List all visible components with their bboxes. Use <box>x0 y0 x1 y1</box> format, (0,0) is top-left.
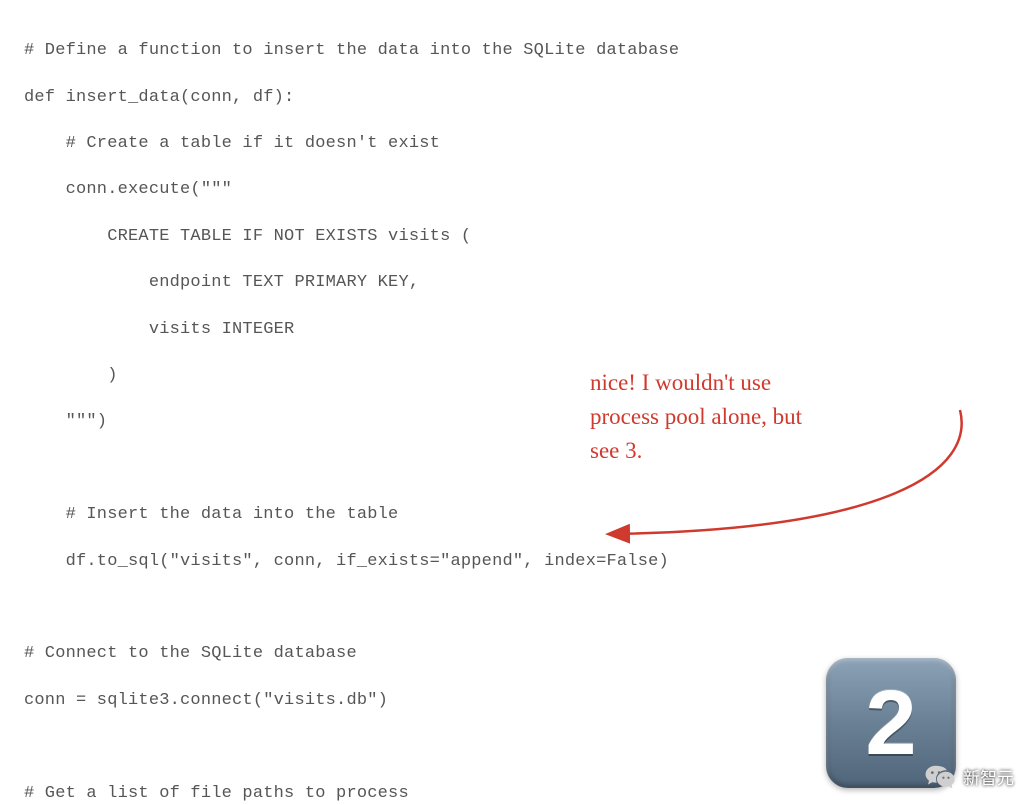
code-line: df.to_sql("visits", conn, if_exists="app… <box>24 550 1000 573</box>
annotation-line-2: process pool alone, but <box>590 400 802 434</box>
code-line: ) <box>24 364 1000 387</box>
watermark: 新智元 <box>919 757 1024 795</box>
code-line: """) <box>24 410 1000 433</box>
code-line: endpoint TEXT PRIMARY KEY, <box>24 271 1000 294</box>
step-badge-number: 2 <box>865 671 916 776</box>
wechat-icon <box>923 759 957 793</box>
code-line: # Create a table if it doesn't exist <box>24 132 1000 155</box>
code-line <box>24 457 1000 480</box>
annotation-line-1: nice! I wouldn't use <box>590 366 802 400</box>
code-line: CREATE TABLE IF NOT EXISTS visits ( <box>24 225 1000 248</box>
handwritten-annotation: nice! I wouldn't use process pool alone,… <box>590 366 802 468</box>
code-line: visits INTEGER <box>24 318 1000 341</box>
code-line <box>24 596 1000 619</box>
code-line: # Define a function to insert the data i… <box>24 39 1000 62</box>
watermark-text: 新智元 <box>963 764 1014 789</box>
code-line: # Insert the data into the table <box>24 503 1000 526</box>
annotation-line-3: see 3. <box>590 434 802 468</box>
code-line: conn.execute(""" <box>24 178 1000 201</box>
code-line: def insert_data(conn, df): <box>24 86 1000 109</box>
